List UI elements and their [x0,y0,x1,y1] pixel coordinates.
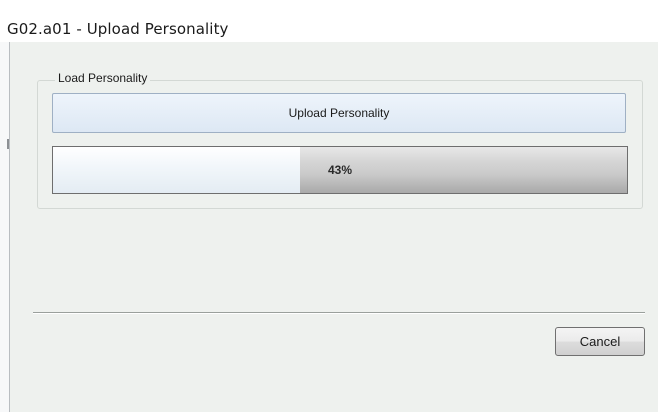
window-left-edge [0,42,9,412]
upload-progress-bar: 43% [52,146,628,194]
progress-percent-text: 43% [327,163,353,177]
footer-separator [33,312,645,314]
group-label: Load Personality [55,71,151,85]
upload-personality-button[interactable]: Upload Personality [52,93,626,133]
title-bar[interactable]: G02.a01 - Upload Personality [0,0,658,43]
upload-personality-dialog: G02.a01 - Upload Personality Load Person… [0,0,658,412]
window-title: G02.a01 - Upload Personality [7,20,229,38]
cancel-button[interactable]: Cancel [555,327,645,356]
